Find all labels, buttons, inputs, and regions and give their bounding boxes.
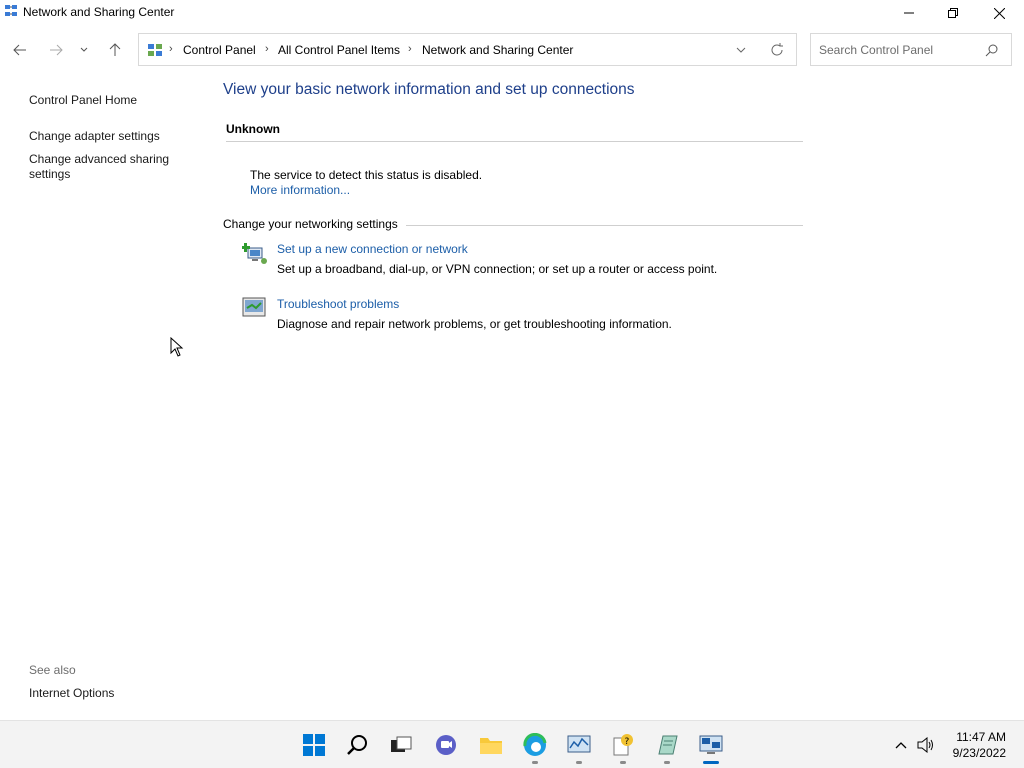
- divider: [226, 141, 803, 142]
- troubleshoot-link[interactable]: Troubleshoot problems: [277, 297, 399, 311]
- network-name: Unknown: [226, 122, 280, 136]
- breadcrumb-separator: ›: [169, 43, 173, 55]
- search-taskbar-button[interactable]: [344, 731, 372, 759]
- restore-icon: [948, 8, 958, 18]
- navigation-bar: › Control Panel › All Control Panel Item…: [0, 32, 1024, 68]
- forward-button[interactable]: [46, 40, 66, 60]
- search-icon[interactable]: [985, 43, 999, 57]
- breadcrumb-control-panel[interactable]: Control Panel: [183, 43, 256, 57]
- breadcrumb-all-items[interactable]: All Control Panel Items: [278, 43, 400, 57]
- clock-date[interactable]: 9/23/2022: [944, 746, 1006, 760]
- chevron-down-icon: [80, 47, 88, 52]
- file-explorer-button[interactable]: [477, 731, 505, 759]
- window-title: Network and Sharing Center: [23, 5, 175, 19]
- control-panel-icon: [148, 44, 162, 56]
- network-center-icon: [699, 735, 723, 754]
- up-arrow-icon: [109, 43, 121, 56]
- windows-logo-icon: [303, 734, 325, 756]
- setup-connection-link[interactable]: Set up a new connection or network: [277, 242, 468, 256]
- performance-monitor-icon: [567, 735, 591, 753]
- edge-browser-icon: [523, 733, 547, 756]
- more-information-link[interactable]: More information...: [250, 183, 350, 197]
- status-text: The service to detect this status is dis…: [250, 168, 483, 182]
- breadcrumb-separator: ›: [265, 43, 269, 55]
- running-indicator: [532, 761, 538, 764]
- running-indicator: [664, 761, 670, 764]
- restore-button[interactable]: [930, 0, 976, 26]
- notepad-icon: [658, 735, 678, 755]
- breadcrumb-separator: ›: [408, 43, 412, 55]
- minimize-icon: [904, 12, 914, 14]
- task-view-button[interactable]: [387, 731, 415, 759]
- address-bar[interactable]: › Control Panel › All Control Panel Item…: [138, 33, 797, 66]
- clock-time[interactable]: 11:47 AM: [950, 730, 1006, 744]
- refresh-icon[interactable]: [769, 42, 785, 58]
- folder-icon: [480, 738, 502, 754]
- title-bar: Network and Sharing Center: [0, 0, 1024, 26]
- task-view-icon: [391, 736, 412, 752]
- active-indicator: [703, 761, 719, 764]
- help-document-icon: ?: [613, 734, 633, 756]
- close-button[interactable]: [976, 0, 1022, 26]
- taskbar: ? 11:47 AM 9/23/2022: [0, 720, 1024, 768]
- chat-button[interactable]: [432, 731, 460, 759]
- running-indicator: [620, 761, 626, 764]
- network-center-taskbar-button[interactable]: [697, 731, 725, 759]
- sidebar-item-change-adapter-settings[interactable]: Change adapter settings: [29, 129, 160, 144]
- page-title: View your basic network information and …: [223, 81, 635, 98]
- forward-arrow-icon: [50, 44, 63, 56]
- start-button[interactable]: [300, 731, 328, 759]
- up-button[interactable]: [105, 40, 125, 60]
- setup-connection-description: Set up a broadband, dial-up, or VPN conn…: [277, 262, 718, 276]
- mouse-cursor-icon: [170, 337, 184, 357]
- sidebar-item-internet-options[interactable]: Internet Options: [29, 686, 114, 701]
- new-connection-icon: [242, 243, 267, 264]
- edge-button[interactable]: [521, 731, 549, 759]
- sidebar-item-change-advanced-sharing[interactable]: Change advanced sharing: [29, 152, 169, 167]
- see-also-label: See also: [29, 663, 76, 677]
- back-arrow-icon: [13, 44, 26, 56]
- troubleshoot-icon: [242, 297, 266, 317]
- chat-icon: [436, 735, 456, 755]
- svg-text:?: ?: [625, 737, 630, 747]
- recent-locations-button[interactable]: [77, 40, 91, 60]
- performance-monitor-button[interactable]: [565, 731, 593, 759]
- notes-app-button[interactable]: [653, 731, 681, 759]
- search-icon: [347, 735, 367, 755]
- running-indicator: [576, 761, 582, 764]
- search-box[interactable]: Search Control Panel: [810, 33, 1012, 66]
- help-app-button[interactable]: ?: [609, 731, 637, 759]
- chevron-down-icon[interactable]: [733, 42, 749, 58]
- volume-button[interactable]: [914, 731, 938, 759]
- sidebar-item-change-advanced-sharing-cont[interactable]: settings: [29, 167, 70, 182]
- network-center-icon: [5, 5, 17, 16]
- speaker-icon: [917, 737, 933, 753]
- show-hidden-icons-button[interactable]: [890, 731, 912, 759]
- back-button[interactable]: [10, 40, 30, 60]
- minimize-button[interactable]: [886, 0, 932, 26]
- search-placeholder: Search Control Panel: [819, 43, 934, 57]
- sidebar-item-control-panel-home[interactable]: Control Panel Home: [29, 93, 137, 108]
- section-heading: Change your networking settings: [223, 217, 406, 231]
- troubleshoot-description: Diagnose and repair network problems, or…: [277, 317, 672, 331]
- close-icon: [993, 7, 1005, 19]
- breadcrumb-network-center[interactable]: Network and Sharing Center: [422, 43, 573, 57]
- chevron-up-icon: [895, 742, 907, 749]
